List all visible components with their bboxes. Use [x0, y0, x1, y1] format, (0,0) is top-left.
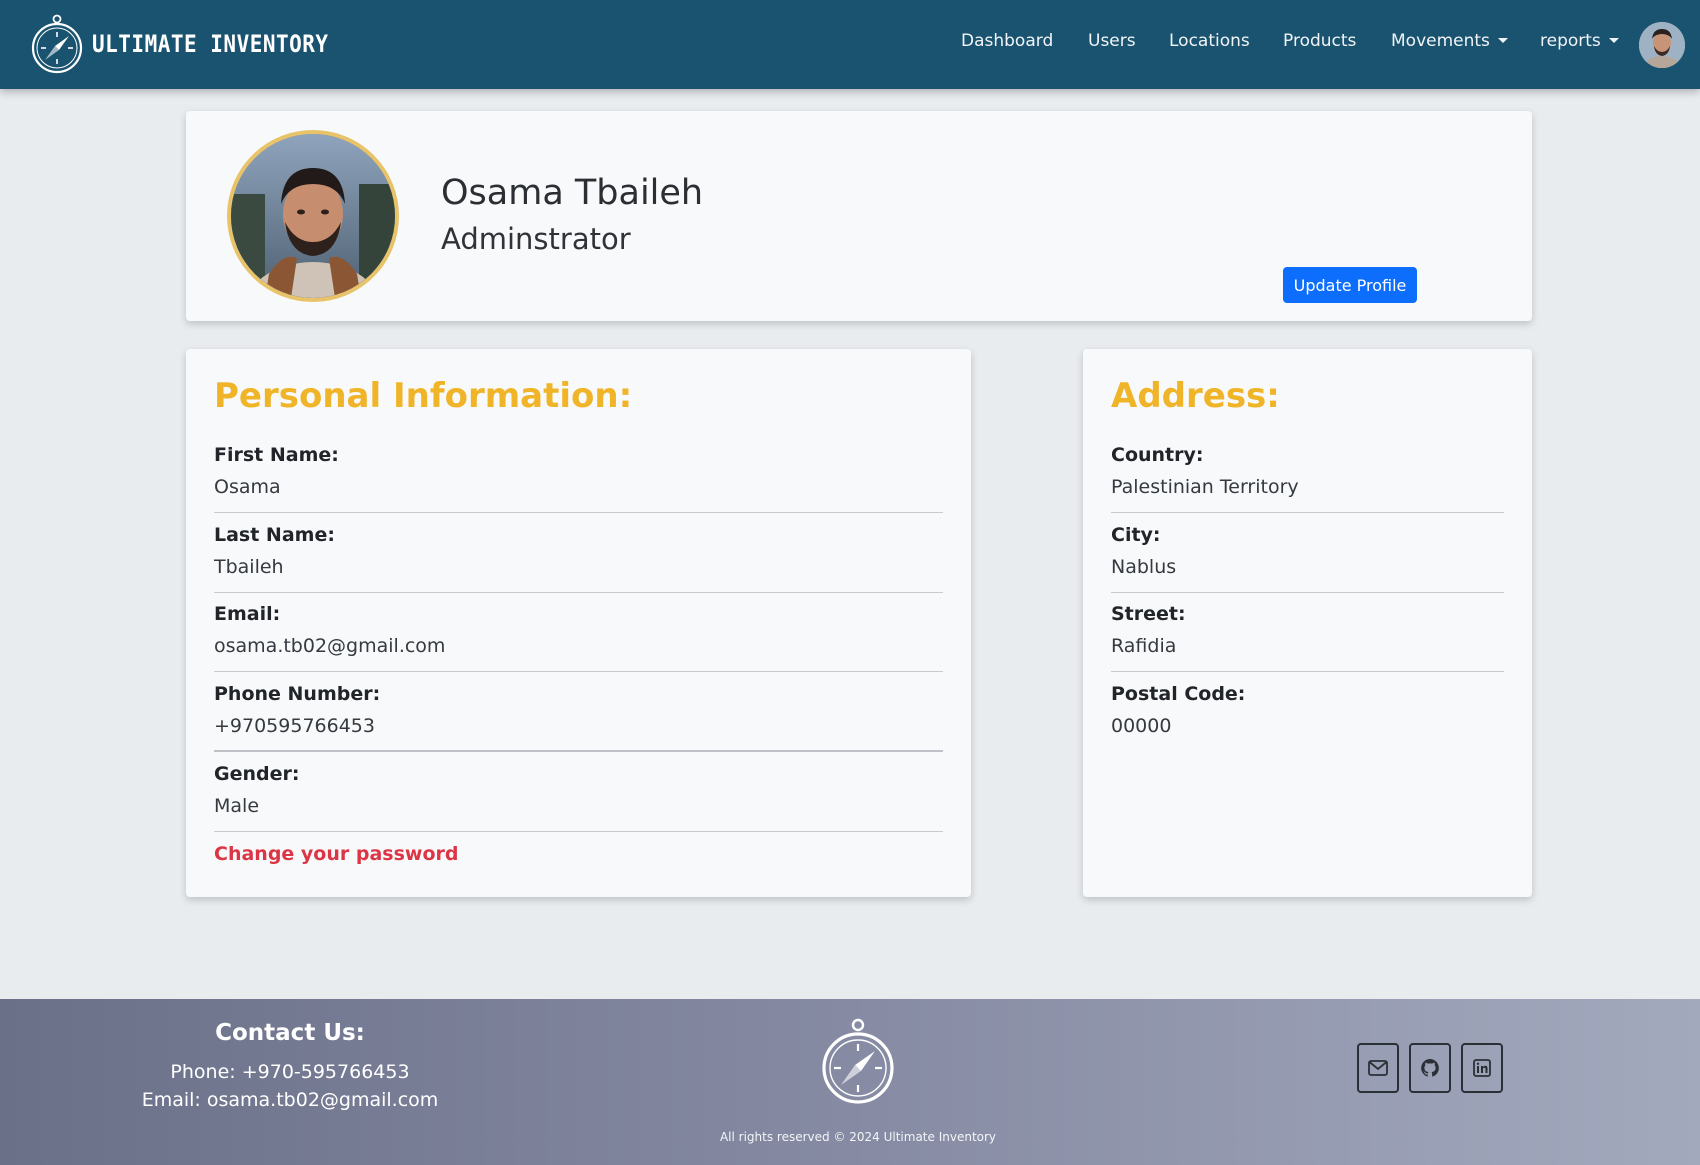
- field-value: +970595766453: [214, 715, 375, 737]
- field-value: Male: [214, 795, 260, 817]
- nav-reports-dropdown[interactable]: reports: [1540, 31, 1619, 51]
- address-title: Address:: [1111, 376, 1280, 416]
- country-field: Country: Palestinian Territory: [1111, 444, 1299, 498]
- field-value: Nablus: [1111, 556, 1177, 578]
- last-name-field: Last Name: Tbaileh: [214, 524, 335, 578]
- field-value: Palestinian Territory: [1111, 476, 1299, 498]
- field-label: First Name:: [214, 444, 339, 466]
- linkedin-button[interactable]: [1461, 1043, 1503, 1093]
- field-label: Last Name:: [214, 524, 335, 546]
- chevron-down-icon: [1608, 38, 1619, 43]
- github-button[interactable]: [1409, 1043, 1451, 1093]
- city-field: City: Nablus: [1111, 524, 1176, 578]
- field-value: osama.tb02@gmail.com: [214, 635, 446, 657]
- github-icon: [1421, 1059, 1439, 1077]
- address-card: Address: Country: Palestinian Territory …: [1083, 349, 1532, 897]
- field-label: City:: [1111, 524, 1161, 546]
- divider: [1111, 671, 1504, 672]
- field-label: Phone Number:: [214, 683, 381, 705]
- profile-header-card: Osama Tbaileh Adminstrator Update Profil…: [186, 111, 1532, 321]
- field-label: Country:: [1111, 444, 1204, 466]
- change-password-link[interactable]: Change your password: [214, 843, 459, 865]
- compass-logo-icon: [822, 1018, 894, 1104]
- divider: [214, 592, 943, 593]
- field-value: 00000: [1111, 715, 1172, 737]
- nav-movements-dropdown[interactable]: Movements: [1391, 31, 1508, 51]
- profile-name: Osama Tbaileh: [441, 173, 704, 213]
- divider: [214, 512, 943, 513]
- personal-information-card: Personal Information: First Name: Osama …: [186, 349, 971, 897]
- divider: [1111, 512, 1504, 513]
- divider: [214, 831, 943, 832]
- nav-products[interactable]: Products: [1283, 31, 1356, 51]
- nav-dashboard[interactable]: Dashboard: [961, 31, 1053, 51]
- field-value: Rafidia: [1111, 635, 1177, 657]
- field-value: Tbaileh: [214, 556, 284, 578]
- personal-information-title: Personal Information:: [214, 376, 633, 416]
- nav-links: Dashboard Users Locations Products Movem…: [0, 0, 1700, 89]
- contact-phone: Phone: +970-595766453: [170, 1061, 410, 1083]
- contact-title: Contact Us:: [215, 1020, 365, 1046]
- field-label: Email:: [214, 603, 281, 625]
- linkedin-icon: [1473, 1059, 1491, 1077]
- profile-role: Adminstrator: [441, 222, 631, 256]
- postal-code-field: Postal Code: 00000: [1111, 683, 1245, 737]
- contact-email: Email: osama.tb02@gmail.com: [141, 1089, 439, 1111]
- nav-reports-label: reports: [1540, 31, 1601, 51]
- divider: [214, 750, 943, 752]
- user-avatar-icon[interactable]: [1639, 22, 1685, 68]
- field-label: Postal Code:: [1111, 683, 1246, 705]
- field-label: Street:: [1111, 603, 1186, 625]
- first-name-field: First Name: Osama: [214, 444, 339, 498]
- copyright-text: All rights reserved © 2024 Ultimate Inve…: [719, 1130, 997, 1144]
- street-field: Street: Rafidia: [1111, 603, 1186, 657]
- divider: [214, 671, 943, 672]
- phone-number-field: Phone Number: +970595766453: [214, 683, 380, 737]
- nav-users[interactable]: Users: [1088, 31, 1136, 51]
- mail-icon: [1368, 1060, 1388, 1076]
- top-navbar: ULTIMATE INVENTORY Dashboard Users Locat…: [0, 0, 1700, 89]
- mail-button[interactable]: [1357, 1043, 1399, 1093]
- avatar-portrait-icon: [1639, 22, 1685, 68]
- profile-portrait-icon: [231, 134, 395, 298]
- field-label: Gender:: [214, 763, 300, 785]
- nav-movements-label: Movements: [1391, 31, 1490, 51]
- update-profile-button[interactable]: Update Profile: [1283, 267, 1417, 303]
- profile-photo: [227, 130, 399, 302]
- nav-locations[interactable]: Locations: [1169, 31, 1250, 51]
- chevron-down-icon: [1497, 38, 1508, 43]
- email-field: Email: osama.tb02@gmail.com: [214, 603, 445, 657]
- field-value: Osama: [214, 476, 281, 498]
- divider: [1111, 592, 1504, 593]
- footer: Contact Us: Phone: +970-595766453 Email:…: [0, 999, 1700, 1165]
- gender-field: Gender: Male: [214, 763, 299, 817]
